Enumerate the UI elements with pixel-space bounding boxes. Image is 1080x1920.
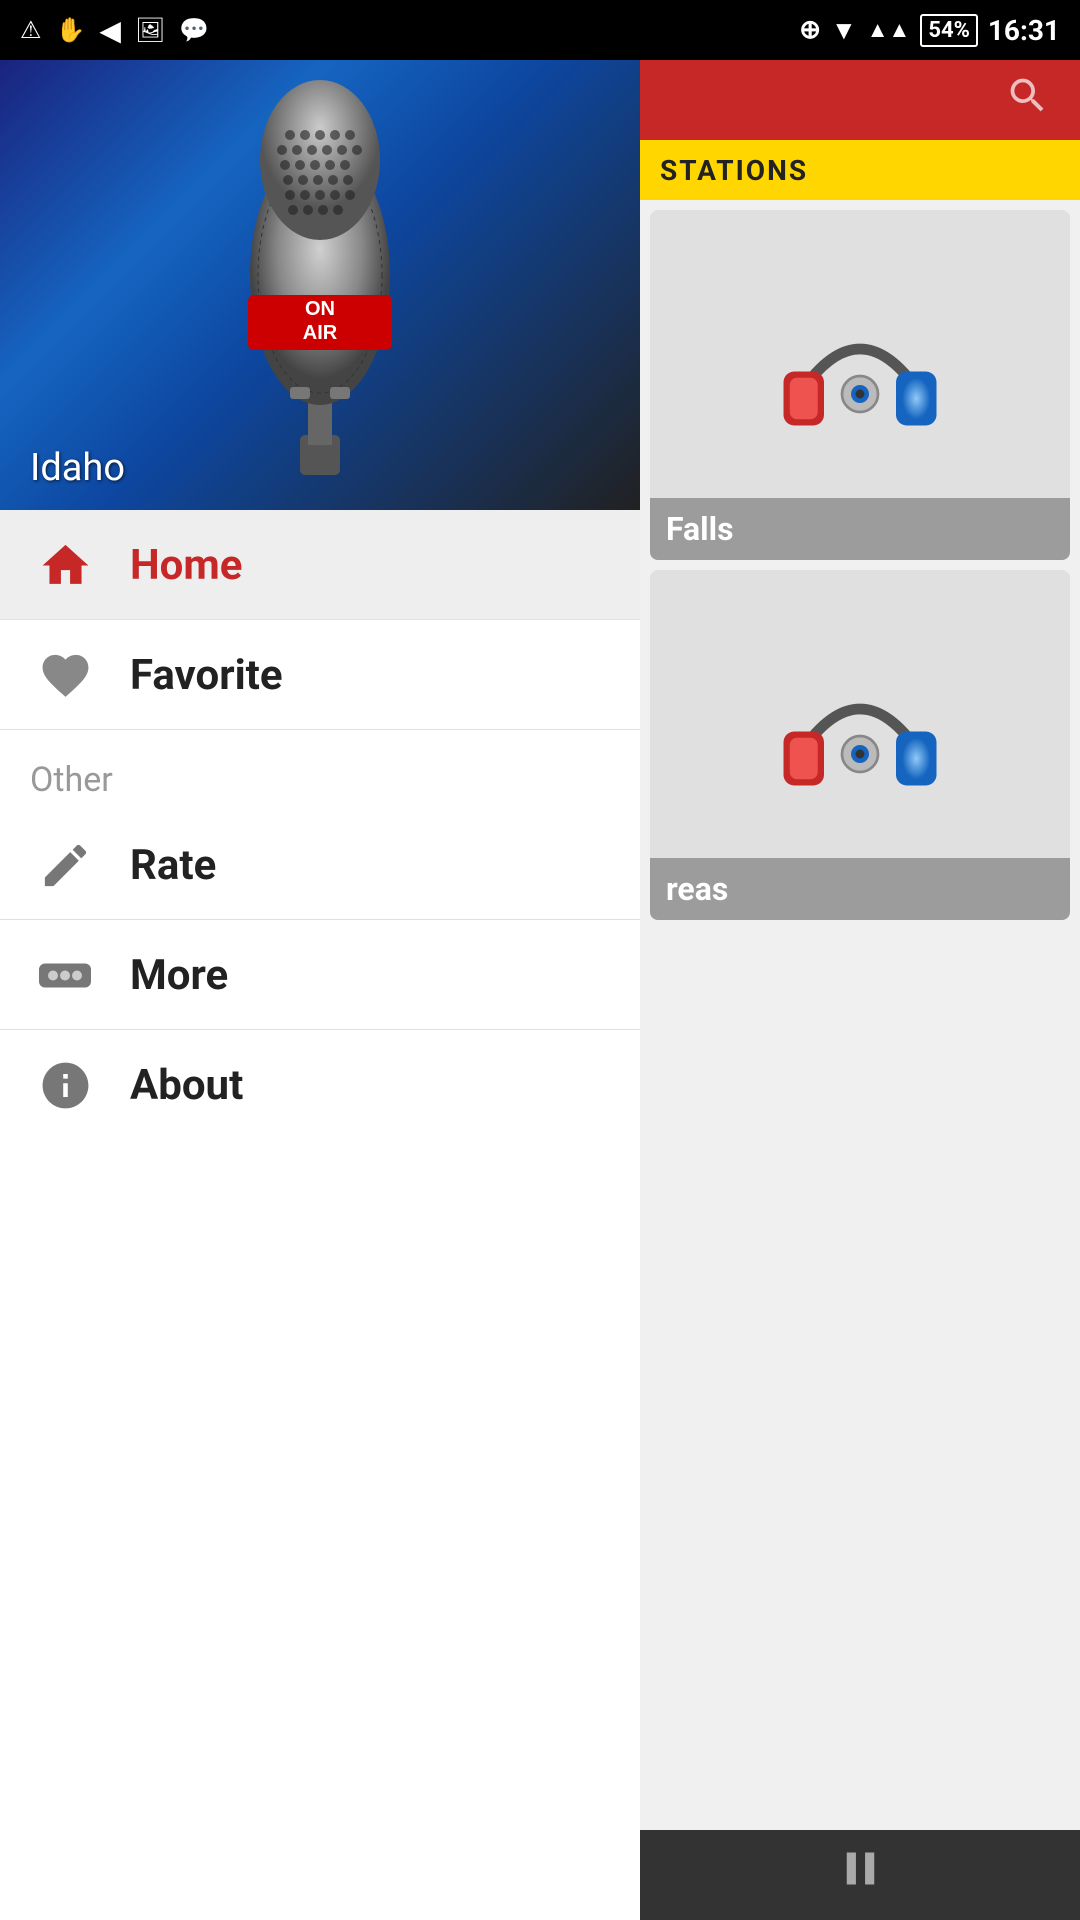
heart-icon (30, 640, 100, 710)
about-label: About (130, 1061, 243, 1110)
hero-image-container: ON AIR (0, 60, 640, 510)
home-label: Home (130, 541, 242, 590)
other-section-header: Other (0, 730, 640, 810)
hero-location-label: Idaho (30, 446, 125, 490)
status-icons-right: ⊕ ▼ ▲▲ 54% 16:31 (799, 14, 1060, 47)
more-icon (30, 940, 100, 1010)
right-header (640, 60, 1080, 140)
menu-item-rate[interactable]: Rate (0, 810, 640, 920)
home-icon (30, 530, 100, 600)
rate-icon (30, 830, 100, 900)
player-bar (640, 1830, 1080, 1920)
status-bar: ⚠ ✋ ◀ 🖼 💬 ⊕ ▼ ▲▲ 54% 16:31 (0, 0, 1080, 60)
pause-button[interactable] (833, 1841, 888, 1909)
stations-label-bar: STATIONS (640, 140, 1080, 200)
menu-item-more[interactable]: More (0, 920, 640, 1030)
microphone-illustration: ON AIR (160, 75, 480, 495)
more-label: More (130, 951, 228, 1000)
status-icons-left: ⚠ ✋ ◀ 🖼 💬 (20, 14, 209, 47)
menu-item-about[interactable]: About (0, 1030, 640, 1140)
search-button[interactable] (1005, 73, 1050, 128)
battery-indicator: 54% (920, 14, 978, 47)
right-panel: STATIONS (640, 60, 1080, 1920)
station-1-name: Falls (650, 498, 1070, 560)
svg-text:AIR: AIR (303, 322, 338, 344)
menu-section: Home Favorite Other (0, 510, 640, 1920)
screenshot-icon: ✋ (56, 16, 86, 44)
clock: 16:31 (988, 14, 1060, 47)
chat-icon: 💬 (179, 16, 209, 44)
main-layout: ON AIR (0, 60, 1080, 1920)
menu-item-favorite[interactable]: Favorite (0, 620, 640, 730)
image-icon: 🖼 (135, 16, 165, 44)
svg-text:ON: ON (305, 298, 335, 320)
station-card-2[interactable]: reas (650, 570, 1070, 920)
station-cards-list: Falls (640, 200, 1080, 1830)
signal-icon: ▲▲ (867, 17, 911, 43)
wifi-icon: ▼ (831, 15, 857, 46)
drawer-menu: ON AIR (0, 60, 640, 1920)
hero-banner: ON AIR (0, 60, 640, 510)
menu-item-home[interactable]: Home (0, 510, 640, 620)
favorite-label: Favorite (130, 651, 283, 700)
add-icon: ⊕ (799, 15, 821, 45)
notification-icon: ⚠ (20, 16, 42, 44)
stations-text: STATIONS (660, 154, 808, 187)
about-icon (30, 1050, 100, 1120)
station-2-name: reas (650, 858, 1070, 920)
rate-label: Rate (130, 841, 216, 890)
station-card[interactable]: Falls (650, 210, 1070, 560)
back-icon: ◀ (99, 14, 121, 47)
